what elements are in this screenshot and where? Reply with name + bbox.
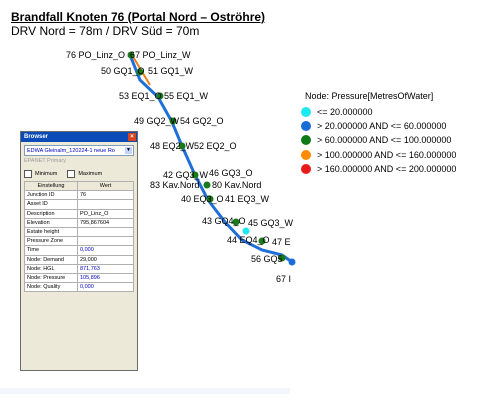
model-label: EPANET Primary (24, 158, 66, 164)
scenario-value: EDWA Gleinalm_120224-1 neue Ro (27, 147, 115, 154)
node-label: 52 EQ2_O (194, 141, 237, 151)
scenario-select[interactable]: EDWA Gleinalm_120224-1 neue Ro ▼ (24, 145, 134, 156)
node-label: 41 EQ3_W (225, 194, 270, 204)
table-row[interactable]: Asset ID (24, 199, 134, 210)
browser-panel: Browser × EDWA Gleinalm_120224-1 neue Ro… (20, 131, 138, 371)
row-value[interactable]: 0,000 (77, 282, 134, 293)
node-marker (288, 258, 296, 266)
table-row[interactable]: Node: Demand 29,000 (24, 254, 134, 265)
node-label: 80 Kav.Nord (212, 180, 261, 190)
column-header-value[interactable]: Wert (77, 180, 134, 192)
minimum-checkbox[interactable]: Minimum (24, 169, 58, 178)
node-label: 44 EQ4_O (227, 235, 270, 245)
node-marker (242, 227, 250, 235)
legend-item: <= 20.000000 (301, 105, 456, 119)
legend-label: > 60.000000 AND <= 100.000000 (317, 135, 452, 146)
node-label: 83 Kav.Nord (150, 180, 199, 190)
red-dot-icon (301, 163, 311, 174)
node-label: 48 EQ2_W (150, 141, 195, 151)
row-value[interactable]: 76 (77, 190, 134, 201)
close-button[interactable]: × (128, 133, 136, 141)
legend-item: > 60.000000 AND <= 100.000000 (301, 133, 456, 147)
node-label: 67 PO_Linz_W (130, 50, 191, 60)
bottom-strip (0, 388, 290, 394)
node-label: 49 GQ2_W (134, 116, 180, 126)
table-row[interactable]: Junction ID 76 (24, 190, 134, 201)
node-label: 45 GQ3_W (248, 218, 294, 228)
node-label: 76 PO_Linz_O (66, 50, 125, 60)
node-marker (203, 181, 211, 189)
row-value[interactable] (77, 226, 134, 238)
maximum-label: Maximum (78, 170, 103, 177)
table-row[interactable]: Node: HGL 871,763 (24, 263, 134, 274)
row-label: Elevation (24, 217, 78, 228)
pressure-legend: Node: Pressure[MetresOfWater] <= 20.0000… (301, 91, 456, 176)
row-label: Asset ID (24, 199, 78, 210)
table-row[interactable]: Node: Pressure 105,896 (24, 272, 134, 284)
legend-label: > 20.000000 AND <= 60.000000 (317, 121, 447, 132)
legend-item: > 100.000000 AND <= 160.000000 (301, 148, 456, 162)
node-label: 46 GQ3_O (209, 168, 253, 178)
row-value[interactable]: 0,000 (77, 245, 134, 256)
legend-item: > 20.000000 AND <= 60.000000 (301, 119, 456, 133)
node-label: 56 GQ5 (251, 254, 283, 264)
table-header-row: Einstellung Wert (24, 180, 134, 192)
chevron-down-icon[interactable]: ▼ (125, 147, 132, 154)
properties-table: Einstellung Wert Junction ID 76 Asset ID … (24, 180, 134, 293)
node-label: 42 GQ3_W (163, 170, 209, 180)
green-dot-icon (301, 135, 311, 146)
row-value[interactable]: 29,000 (77, 254, 134, 265)
table-row[interactable]: Time 0,000 (24, 245, 134, 256)
checkbox-icon[interactable] (24, 169, 32, 178)
legend-label: > 160.000000 AND <= 200.000000 (317, 163, 457, 174)
row-value[interactable]: 105,896 (77, 272, 134, 284)
legend-label: > 100.000000 AND <= 160.000000 (317, 149, 457, 160)
node-label: 54 GQ2_O (180, 116, 224, 126)
cyan-dot-icon (301, 107, 311, 118)
column-header-setting[interactable]: Einstellung (24, 180, 78, 192)
row-label: Description (24, 208, 78, 219)
row-label: Estate height (24, 226, 78, 238)
row-label: Time (24, 245, 78, 256)
row-label: Node: Demand (24, 254, 78, 265)
node-label: 43 GQ4_O (202, 216, 246, 226)
row-label: Node: Pressure (24, 272, 78, 284)
table-row[interactable]: Estate height (24, 226, 134, 238)
maximum-checkbox[interactable]: Maximum (67, 169, 103, 178)
pipe-line (128, 54, 293, 264)
row-label: Junction ID (24, 190, 78, 201)
node-label: 55 EQ1_W (164, 91, 209, 101)
node-label: 53 EQ1_O (119, 91, 162, 101)
row-value[interactable]: 871,763 (77, 263, 134, 274)
node-label: 51 GQ1_W (148, 66, 194, 76)
node-label: 67 I (276, 274, 291, 284)
table-row[interactable]: Pressure Zone (24, 236, 134, 247)
legend-title: Node: Pressure[MetresOfWater] (305, 91, 434, 101)
node-label: 50 GQ1_O (101, 66, 145, 76)
minimum-label: Minimum (35, 170, 58, 177)
row-value[interactable]: 795,867604 (77, 217, 134, 228)
row-label: Node: Quality (24, 282, 78, 293)
row-value[interactable]: PO_Linz_O (77, 208, 134, 219)
table-row[interactable]: Node: Quality 0,000 (24, 282, 134, 293)
page-subtitle: DRV Nord = 78m / DRV Süd = 70m (11, 24, 200, 38)
checkbox-icon[interactable] (67, 169, 76, 178)
row-value[interactable] (77, 236, 134, 247)
node-label: 40 EQ3_O (181, 194, 224, 204)
browser-titlebar[interactable]: Browser × (21, 132, 137, 142)
table-row[interactable]: Elevation 795,867604 (24, 217, 134, 228)
legend-item: > 160.000000 AND <= 200.000000 (301, 162, 456, 176)
table-row[interactable]: Description PO_Linz_O (24, 208, 134, 219)
minmax-options: Minimum Maximum (24, 169, 134, 178)
row-label: Pressure Zone (24, 236, 78, 247)
browser-title: Browser (24, 134, 49, 140)
legend-label: <= 20.000000 (317, 107, 373, 118)
row-label: Node: HGL (24, 263, 78, 274)
node-label: 47 E (272, 237, 291, 247)
page-title: Brandfall Knoten 76 (Portal Nord – Oströ… (11, 10, 266, 24)
orange-dot-icon (301, 149, 311, 160)
row-value[interactable] (77, 199, 134, 210)
blue-dot-icon (301, 121, 311, 132)
